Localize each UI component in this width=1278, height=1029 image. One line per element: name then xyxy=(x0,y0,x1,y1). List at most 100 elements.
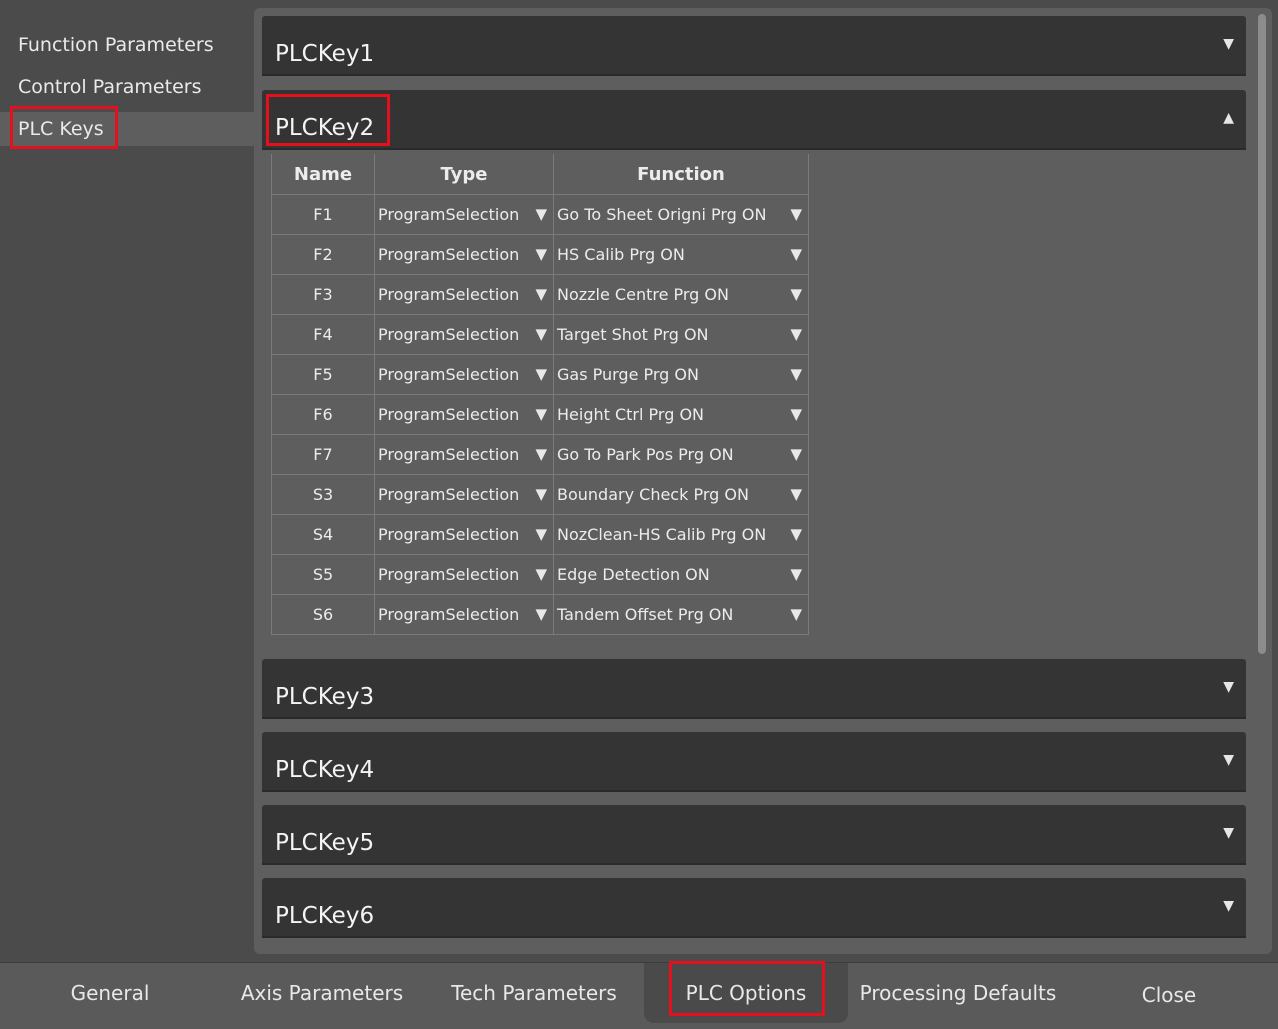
chevron-down-icon: ▼ xyxy=(1223,36,1234,52)
function-value: Nozzle Centre Prg ON xyxy=(557,285,729,304)
type-cell: ProgramSelection ▼ xyxy=(374,354,554,395)
function-dropdown[interactable]: Go To Park Pos Prg ON ▼ xyxy=(554,435,808,474)
function-dropdown[interactable]: Height Ctrl Prg ON ▼ xyxy=(554,395,808,434)
dropdown-arrow-icon: ▼ xyxy=(535,565,547,583)
key-name-cell: F3 xyxy=(271,274,375,315)
dropdown-arrow-icon: ▼ xyxy=(790,325,802,343)
type-cell: ProgramSelection ▼ xyxy=(374,274,554,315)
type-value: ProgramSelection xyxy=(378,605,520,624)
function-value: Go To Park Pos Prg ON xyxy=(557,445,734,464)
type-dropdown[interactable]: ProgramSelection ▼ xyxy=(375,235,553,274)
function-dropdown[interactable]: Boundary Check Prg ON ▼ xyxy=(554,475,808,514)
close-button[interactable]: Close xyxy=(1100,965,1238,1025)
plckey6-header[interactable]: PLCKey6 ▼ xyxy=(262,878,1246,936)
chevron-down-icon: ▼ xyxy=(1223,752,1234,768)
type-dropdown[interactable]: ProgramSelection ▼ xyxy=(375,355,553,394)
column-header-function: Function xyxy=(553,154,809,195)
table-row: S5 ProgramSelection ▼ Edge Detection ON ▼ xyxy=(271,554,809,595)
tab-tech-parameters[interactable]: Tech Parameters xyxy=(436,963,632,1023)
type-value: ProgramSelection xyxy=(378,565,520,584)
type-cell: ProgramSelection ▼ xyxy=(374,474,554,515)
function-dropdown[interactable]: Tandem Offset Prg ON ▼ xyxy=(554,595,808,634)
plckey3-header[interactable]: PLCKey3 ▼ xyxy=(262,659,1246,717)
plckey4-header[interactable]: PLCKey4 ▼ xyxy=(262,732,1246,790)
key-name-cell: F4 xyxy=(271,314,375,355)
plckey2-header[interactable]: PLCKey2 ▲ xyxy=(262,90,1246,148)
function-value: Go To Sheet Origni Prg ON xyxy=(557,205,767,224)
plckey1-header[interactable]: PLCKey1 ▼ xyxy=(262,16,1246,74)
dropdown-arrow-icon: ▼ xyxy=(535,365,547,383)
plckey5-header[interactable]: PLCKey5 ▼ xyxy=(262,805,1246,863)
dropdown-arrow-icon: ▼ xyxy=(790,285,802,303)
dropdown-arrow-icon: ▼ xyxy=(535,605,547,623)
type-dropdown[interactable]: ProgramSelection ▼ xyxy=(375,395,553,434)
chevron-down-icon: ▼ xyxy=(1223,825,1234,841)
type-value: ProgramSelection xyxy=(378,405,520,424)
table-row: F4 ProgramSelection ▼ Target Shot Prg ON ▼ xyxy=(271,314,809,355)
function-cell: Tandem Offset Prg ON ▼ xyxy=(553,594,809,635)
type-cell: ProgramSelection ▼ xyxy=(374,394,554,435)
type-value: ProgramSelection xyxy=(378,205,520,224)
function-dropdown[interactable]: Target Shot Prg ON ▼ xyxy=(554,315,808,354)
key-name-cell: S5 xyxy=(271,554,375,595)
key-name-cell: F7 xyxy=(271,434,375,475)
dropdown-arrow-icon: ▼ xyxy=(535,405,547,423)
sidebar-item-plc-keys[interactable]: PLC Keys xyxy=(0,112,256,146)
function-dropdown[interactable]: Gas Purge Prg ON ▼ xyxy=(554,355,808,394)
function-dropdown[interactable]: NozClean-HS Calib Prg ON ▼ xyxy=(554,515,808,554)
type-cell: ProgramSelection ▼ xyxy=(374,514,554,555)
vertical-scrollbar[interactable] xyxy=(1256,14,1268,954)
chevron-down-icon: ▼ xyxy=(1223,898,1234,914)
type-dropdown[interactable]: ProgramSelection ▼ xyxy=(375,515,553,554)
function-value: Target Shot Prg ON xyxy=(557,325,709,344)
dropdown-arrow-icon: ▼ xyxy=(535,325,547,343)
type-value: ProgramSelection xyxy=(378,285,520,304)
scrollbar-thumb[interactable] xyxy=(1258,14,1266,654)
tab-general[interactable]: General xyxy=(20,963,200,1023)
plckey5-title: PLCKey5 xyxy=(275,830,375,856)
dropdown-arrow-icon: ▼ xyxy=(790,245,802,263)
sidebar-item-function-parameters[interactable]: Function Parameters xyxy=(0,28,250,62)
dropdown-arrow-icon: ▼ xyxy=(790,605,802,623)
function-value: Height Ctrl Prg ON xyxy=(557,405,704,424)
bottom-tab-bar: General Axis Parameters Tech Parameters … xyxy=(0,962,1278,1029)
type-cell: ProgramSelection ▼ xyxy=(374,314,554,355)
type-dropdown[interactable]: ProgramSelection ▼ xyxy=(375,435,553,474)
dropdown-arrow-icon: ▼ xyxy=(535,205,547,223)
table-row: F6 ProgramSelection ▼ Height Ctrl Prg ON ▼ xyxy=(271,394,809,435)
function-cell: NozClean-HS Calib Prg ON ▼ xyxy=(553,514,809,555)
table-row: F1 ProgramSelection ▼ Go To Sheet Origni Pr… xyxy=(271,194,809,235)
function-dropdown[interactable]: Go To Sheet Origni Prg ON ▼ xyxy=(554,195,808,234)
type-value: ProgramSelection xyxy=(378,485,520,504)
type-dropdown[interactable]: ProgramSelection ▼ xyxy=(375,195,553,234)
type-dropdown[interactable]: ProgramSelection ▼ xyxy=(375,275,553,314)
plckey6-title: PLCKey6 xyxy=(275,903,375,929)
type-dropdown[interactable]: ProgramSelection ▼ xyxy=(375,555,553,594)
function-cell: Edge Detection ON ▼ xyxy=(553,554,809,595)
dropdown-arrow-icon: ▼ xyxy=(790,485,802,503)
function-cell: Height Ctrl Prg ON ▼ xyxy=(553,394,809,435)
type-dropdown[interactable]: ProgramSelection ▼ xyxy=(375,595,553,634)
function-cell: HS Calib Prg ON ▼ xyxy=(553,234,809,275)
function-dropdown[interactable]: Edge Detection ON ▼ xyxy=(554,555,808,594)
function-cell: Gas Purge Prg ON ▼ xyxy=(553,354,809,395)
type-value: ProgramSelection xyxy=(378,445,520,464)
tab-plc-options[interactable]: PLC Options xyxy=(644,963,848,1023)
function-cell: Target Shot Prg ON ▼ xyxy=(553,314,809,355)
function-dropdown[interactable]: Nozzle Centre Prg ON ▼ xyxy=(554,275,808,314)
key-name-cell: F1 xyxy=(271,194,375,235)
column-header-name: Name xyxy=(271,154,375,195)
type-dropdown[interactable]: ProgramSelection ▼ xyxy=(375,475,553,514)
type-value: ProgramSelection xyxy=(378,325,520,344)
function-dropdown[interactable]: HS Calib Prg ON ▼ xyxy=(554,235,808,274)
tab-axis-parameters[interactable]: Axis Parameters xyxy=(222,963,422,1023)
type-value: ProgramSelection xyxy=(378,365,520,384)
table-row: S3 ProgramSelection ▼ Boundary Check Prg ON… xyxy=(271,474,809,515)
sidebar-nav: Function Parameters Control Parameters P… xyxy=(0,0,256,962)
plc-keys-panel: PLCKey1 ▼ PLCKey2 ▲ Name Type Function F… xyxy=(254,8,1272,954)
type-dropdown[interactable]: ProgramSelection ▼ xyxy=(375,315,553,354)
type-cell: ProgramSelection ▼ xyxy=(374,594,554,635)
chevron-up-icon: ▲ xyxy=(1223,110,1234,126)
sidebar-item-control-parameters[interactable]: Control Parameters xyxy=(0,70,250,104)
tab-processing-defaults[interactable]: Processing Defaults xyxy=(852,963,1064,1023)
